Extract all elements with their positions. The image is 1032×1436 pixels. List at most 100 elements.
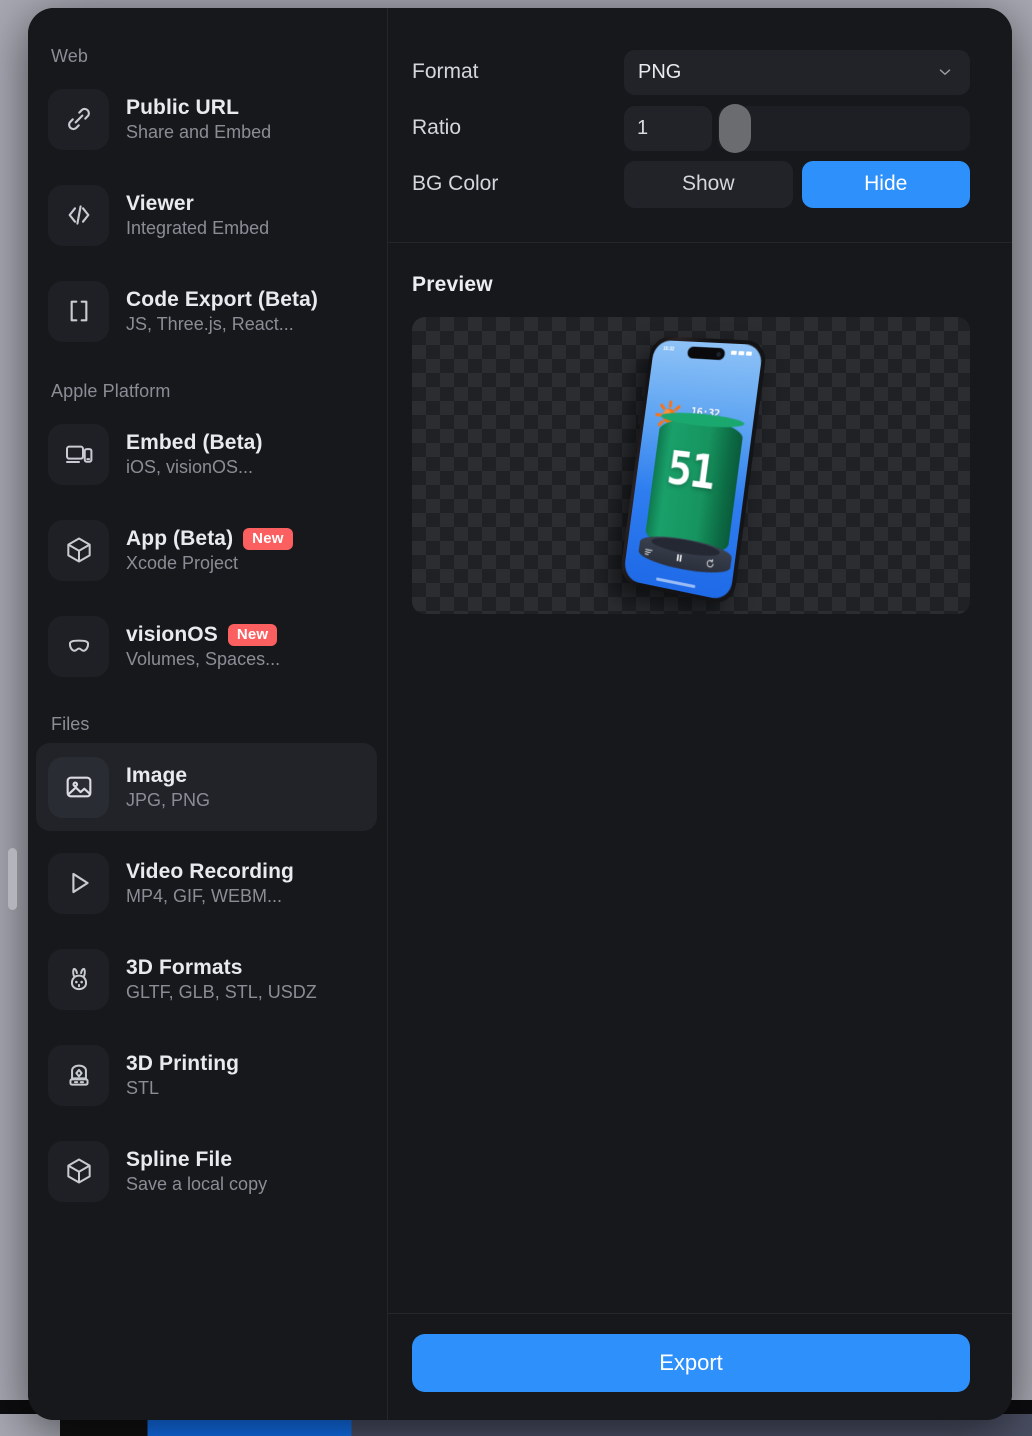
sidebar-item-title-row: 3D Formats	[126, 956, 317, 980]
cube-icon	[48, 1140, 109, 1202]
headset-icon	[48, 615, 109, 677]
sidebar-item-subtitle: Save a local copy	[126, 1173, 268, 1194]
reset-icon[interactable]	[704, 557, 716, 570]
section-label-web: Web	[51, 46, 88, 66]
sidebar-item-title: 3D Printing	[126, 1051, 240, 1075]
status-badge-new: New	[227, 623, 278, 646]
bg-color-show-button[interactable]: Show	[624, 160, 793, 208]
sidebar-item-3d-formats[interactable]: 3D Formats GLTF, GLB, STL, USDZ	[36, 935, 377, 1023]
status-bar-icons	[730, 350, 753, 356]
play-icon	[48, 852, 109, 914]
list-icon[interactable]	[643, 546, 654, 558]
sidebar-item-title-row: Embed (Beta)	[126, 431, 263, 455]
timer-controls	[643, 546, 716, 570]
setting-row-bg-color: BG Color Show Hide	[412, 156, 970, 212]
sidebar-section-web: Web Public URL Share and Embed Viewer In…	[28, 8, 387, 355]
ratio-control: 1	[624, 103, 970, 153]
sidebar-item-text: Spline File Save a local copy	[126, 1148, 267, 1195]
sidebar-item-title-row: Code Export (Beta)	[126, 288, 318, 312]
battery-icon	[745, 350, 753, 356]
export-settings: Format PNG Ratio 1 BG Color Show Hide	[388, 8, 1012, 243]
sidebar-item-text: Viewer Integrated Embed	[126, 192, 269, 239]
section-label-apple-platform: Apple Platform	[51, 381, 171, 401]
phone-home-indicator	[655, 576, 696, 588]
printer-icon	[48, 1044, 109, 1106]
rabbit-icon	[48, 948, 109, 1010]
format-selected-value: PNG	[638, 60, 682, 83]
wifi-icon	[738, 350, 745, 355]
sidebar-item-text: 3D Printing STL	[126, 1052, 239, 1099]
export-button[interactable]: Export	[412, 1334, 970, 1392]
link-icon	[48, 88, 109, 150]
sidebar-item-text: visionOS New Volumes, Spaces...	[126, 623, 280, 670]
signal-icon	[730, 350, 737, 355]
sidebar-section-files: Files Image JPG, PNG Video Recording MP4…	[28, 692, 387, 1215]
sidebar-item-video-recording[interactable]: Video Recording MP4, GIF, WEBM...	[36, 839, 377, 927]
phone-volume-up-button	[637, 405, 643, 426]
status-bar-time: 16:32	[662, 345, 675, 352]
ratio-slider-thumb[interactable]	[719, 103, 751, 153]
sidebar-item-text: Video Recording MP4, GIF, WEBM...	[126, 860, 294, 907]
sidebar-item-title: Image	[126, 763, 188, 787]
status-badge-new: New	[243, 527, 293, 550]
preview-canvas[interactable]: 16:32 16:32 51	[412, 317, 970, 614]
sidebar-item-title: Spline File	[126, 1147, 233, 1171]
format-select[interactable]: PNG	[624, 49, 970, 95]
phone-mockup: 16:32 16:32 51	[618, 335, 769, 606]
sidebar-item-subtitle: Integrated Embed	[126, 217, 270, 238]
sidebar-item-title-row: Video Recording	[126, 860, 294, 884]
export-right-column: Format PNG Ratio 1 BG Color Show Hide Pr…	[388, 8, 1012, 1420]
bg-color-hide-button[interactable]: Hide	[801, 160, 970, 208]
phone-screen: 16:32 16:32 51	[622, 339, 764, 602]
sidebar-item-subtitle: GLTF, GLB, STL, USDZ	[126, 981, 317, 1002]
sidebar-item-title-row: Public URL	[126, 96, 271, 120]
preview-section: Preview 16:32 16:32 51	[388, 243, 1012, 1313]
sidebar-item-viewer[interactable]: Viewer Integrated Embed	[36, 171, 377, 259]
sidebar-item-subtitle: Share and Embed	[126, 121, 272, 142]
format-control: PNG	[624, 49, 970, 95]
sidebar-item-app[interactable]: App (Beta) New Xcode Project	[36, 506, 377, 594]
sidebar-item-title-row: visionOS New	[126, 623, 280, 647]
sidebar-item-3d-printing[interactable]: 3D Printing STL	[36, 1031, 377, 1119]
sidebar-item-title-row: Viewer	[126, 192, 269, 216]
ratio-wrap: 1	[624, 103, 970, 153]
sidebar-item-public-url[interactable]: Public URL Share and Embed	[36, 75, 377, 163]
sidebar-item-title: visionOS	[126, 622, 218, 646]
sidebar-item-text: Image JPG, PNG	[126, 764, 210, 811]
pause-icon[interactable]	[673, 551, 684, 564]
preview-title: Preview	[412, 273, 493, 296]
sidebar-section-apple-platform: Apple Platform Embed (Beta) iOS, visionO…	[28, 357, 387, 690]
phone-mockup-stage: 16:32 16:32 51	[618, 331, 769, 606]
sidebar-item-text: Code Export (Beta) JS, Three.js, React..…	[126, 288, 318, 335]
ratio-input[interactable]: 1	[624, 105, 712, 151]
sidebar-item-title-row: Spline File	[126, 1148, 267, 1172]
image-icon	[48, 756, 109, 818]
sidebar-item-subtitle: MP4, GIF, WEBM...	[126, 885, 283, 906]
sidebar-item-code-export[interactable]: Code Export (Beta) JS, Three.js, React..…	[36, 267, 377, 355]
sidebar-item-title: Public URL	[126, 95, 240, 119]
sidebar-item-image[interactable]: Image JPG, PNG	[36, 743, 377, 831]
chevron-down-icon	[939, 69, 951, 75]
export-panel: Web Public URL Share and Embed Viewer In…	[28, 8, 1012, 1420]
sidebar-item-subtitle: JPG, PNG	[126, 789, 211, 810]
cube-icon	[48, 519, 109, 581]
sidebar-item-subtitle: Volumes, Spaces...	[126, 648, 281, 669]
sidebar-item-text: Public URL Share and Embed	[126, 96, 271, 143]
export-footer: Export	[388, 1313, 1012, 1420]
sidebar-item-subtitle: Xcode Project	[126, 552, 239, 573]
sidebar-item-subtitle: STL	[126, 1077, 160, 1098]
brackets-icon	[48, 280, 109, 342]
sidebar-item-visionos[interactable]: visionOS New Volumes, Spaces...	[36, 602, 377, 690]
ratio-slider[interactable]	[718, 103, 970, 153]
bg-color-label: BG Color	[412, 172, 499, 195]
sidebar-item-title: Embed (Beta)	[126, 430, 263, 454]
phone-dynamic-island	[686, 345, 726, 360]
code-icon	[48, 184, 109, 246]
panel-drag-handle[interactable]	[8, 848, 17, 910]
sidebar-item-subtitle: iOS, visionOS...	[126, 456, 254, 477]
export-sidebar: Web Public URL Share and Embed Viewer In…	[28, 8, 388, 1420]
sidebar-item-spline-file[interactable]: Spline File Save a local copy	[36, 1127, 377, 1215]
setting-row-format: Format PNG	[412, 44, 970, 100]
sidebar-item-title: 3D Formats	[126, 955, 243, 979]
sidebar-item-embed[interactable]: Embed (Beta) iOS, visionOS...	[36, 410, 377, 498]
